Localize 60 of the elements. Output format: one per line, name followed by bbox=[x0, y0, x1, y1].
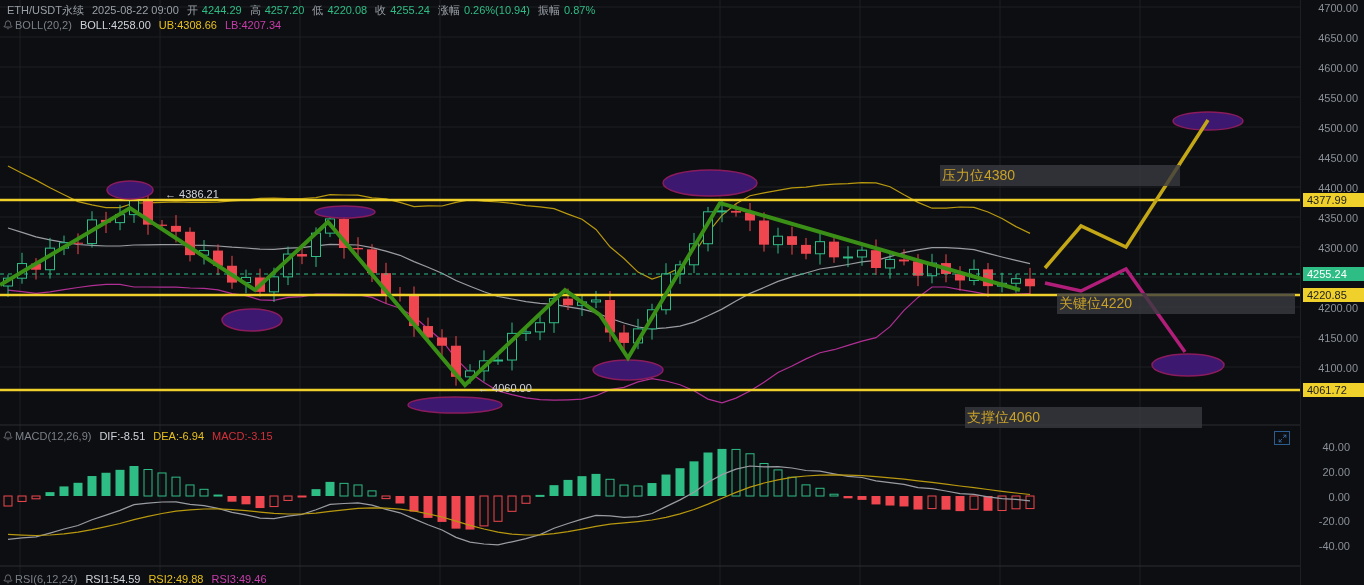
annotation-label: 压力位4380 bbox=[940, 165, 1180, 186]
indicator-name: MACD(12,26,9) bbox=[15, 429, 92, 444]
indicator-value: BOLL:4258.00 bbox=[79, 18, 151, 33]
price-tag: 4220.85 bbox=[1303, 288, 1364, 302]
field-label: 高 bbox=[249, 3, 261, 18]
field-value: 4244.29 bbox=[201, 3, 242, 18]
indicator-value: DEA:-6.94 bbox=[153, 429, 205, 444]
price-tick: 4600.00 bbox=[1318, 61, 1358, 76]
price-tick: 4150.00 bbox=[1318, 331, 1358, 346]
highlight-ellipse bbox=[314, 205, 376, 219]
field-value: 4255.24 bbox=[390, 3, 430, 18]
indicator-value: RSI1:54.59 bbox=[85, 572, 141, 585]
indicator-value: LB:4207.34 bbox=[224, 18, 282, 33]
macd-tick: -20.00 bbox=[1318, 514, 1350, 530]
macd-tick: 40.00 bbox=[1322, 440, 1350, 455]
indicator-value: DIF:-8.51 bbox=[99, 429, 146, 444]
indicator-name: RSI(6,12,24) bbox=[15, 572, 78, 585]
indicator-value: RSI3:49.46 bbox=[211, 572, 267, 585]
field-label: 开 bbox=[186, 3, 198, 18]
annotation-label: 支撑位4060 bbox=[965, 407, 1202, 428]
expand-button[interactable] bbox=[1274, 431, 1290, 445]
extreme-price-label: ← 4386.21 bbox=[165, 187, 219, 202]
macd-tick: -40.00 bbox=[1318, 539, 1350, 554]
bell-icon[interactable] bbox=[3, 431, 13, 442]
field-value: 0.87% bbox=[563, 3, 596, 18]
symbol-label: ETH/USDT永续 bbox=[7, 3, 84, 18]
field-label: 涨幅 bbox=[437, 3, 460, 18]
bell-icon[interactable] bbox=[3, 20, 13, 31]
price-tick: 4700.00 bbox=[1318, 1, 1358, 16]
field-label: 低 bbox=[312, 3, 324, 18]
price-tick: 4450.00 bbox=[1318, 151, 1358, 166]
highlight-ellipse bbox=[592, 359, 664, 381]
field-label: 收 bbox=[375, 3, 387, 18]
indicator-value: UB:4308.66 bbox=[158, 18, 217, 33]
indicator-name: BOLL(20,2) bbox=[15, 18, 72, 33]
indicator-value: RSI2:49.88 bbox=[148, 572, 204, 585]
time-label: 2025-08-22 09:00 bbox=[92, 3, 179, 18]
price-tick: 4100.00 bbox=[1318, 361, 1358, 376]
price-tick: 4200.00 bbox=[1318, 301, 1358, 316]
bell-icon[interactable] bbox=[3, 574, 13, 585]
price-tick: 4550.00 bbox=[1318, 91, 1358, 106]
indicator-value: MACD:-3.15 bbox=[212, 429, 273, 444]
price-tag: 4377.99 bbox=[1303, 193, 1364, 207]
price-tick: 4350.00 bbox=[1318, 211, 1358, 226]
highlight-ellipse bbox=[106, 180, 154, 200]
field-label: 振幅 bbox=[537, 3, 560, 18]
macd-tick: 0.00 bbox=[1328, 489, 1350, 505]
field-value: 4220.08 bbox=[327, 3, 368, 18]
price-tick: 4500.00 bbox=[1318, 121, 1358, 136]
price-tag: 4061.72 bbox=[1303, 383, 1364, 397]
highlight-ellipse bbox=[1172, 111, 1244, 131]
macd-tick: 20.00 bbox=[1322, 464, 1350, 480]
highlight-ellipse bbox=[221, 308, 283, 332]
annotation-label: 关键位4220 bbox=[1057, 293, 1295, 314]
price-tick: 4300.00 bbox=[1318, 241, 1358, 256]
price-tick: 4650.00 bbox=[1318, 31, 1358, 46]
price-tag: 4255.24 bbox=[1303, 267, 1364, 281]
field-value: 0.26%(10.94) bbox=[463, 3, 530, 18]
field-value: 4257.20 bbox=[264, 3, 305, 18]
price-tick: 4400.00 bbox=[1318, 181, 1358, 196]
